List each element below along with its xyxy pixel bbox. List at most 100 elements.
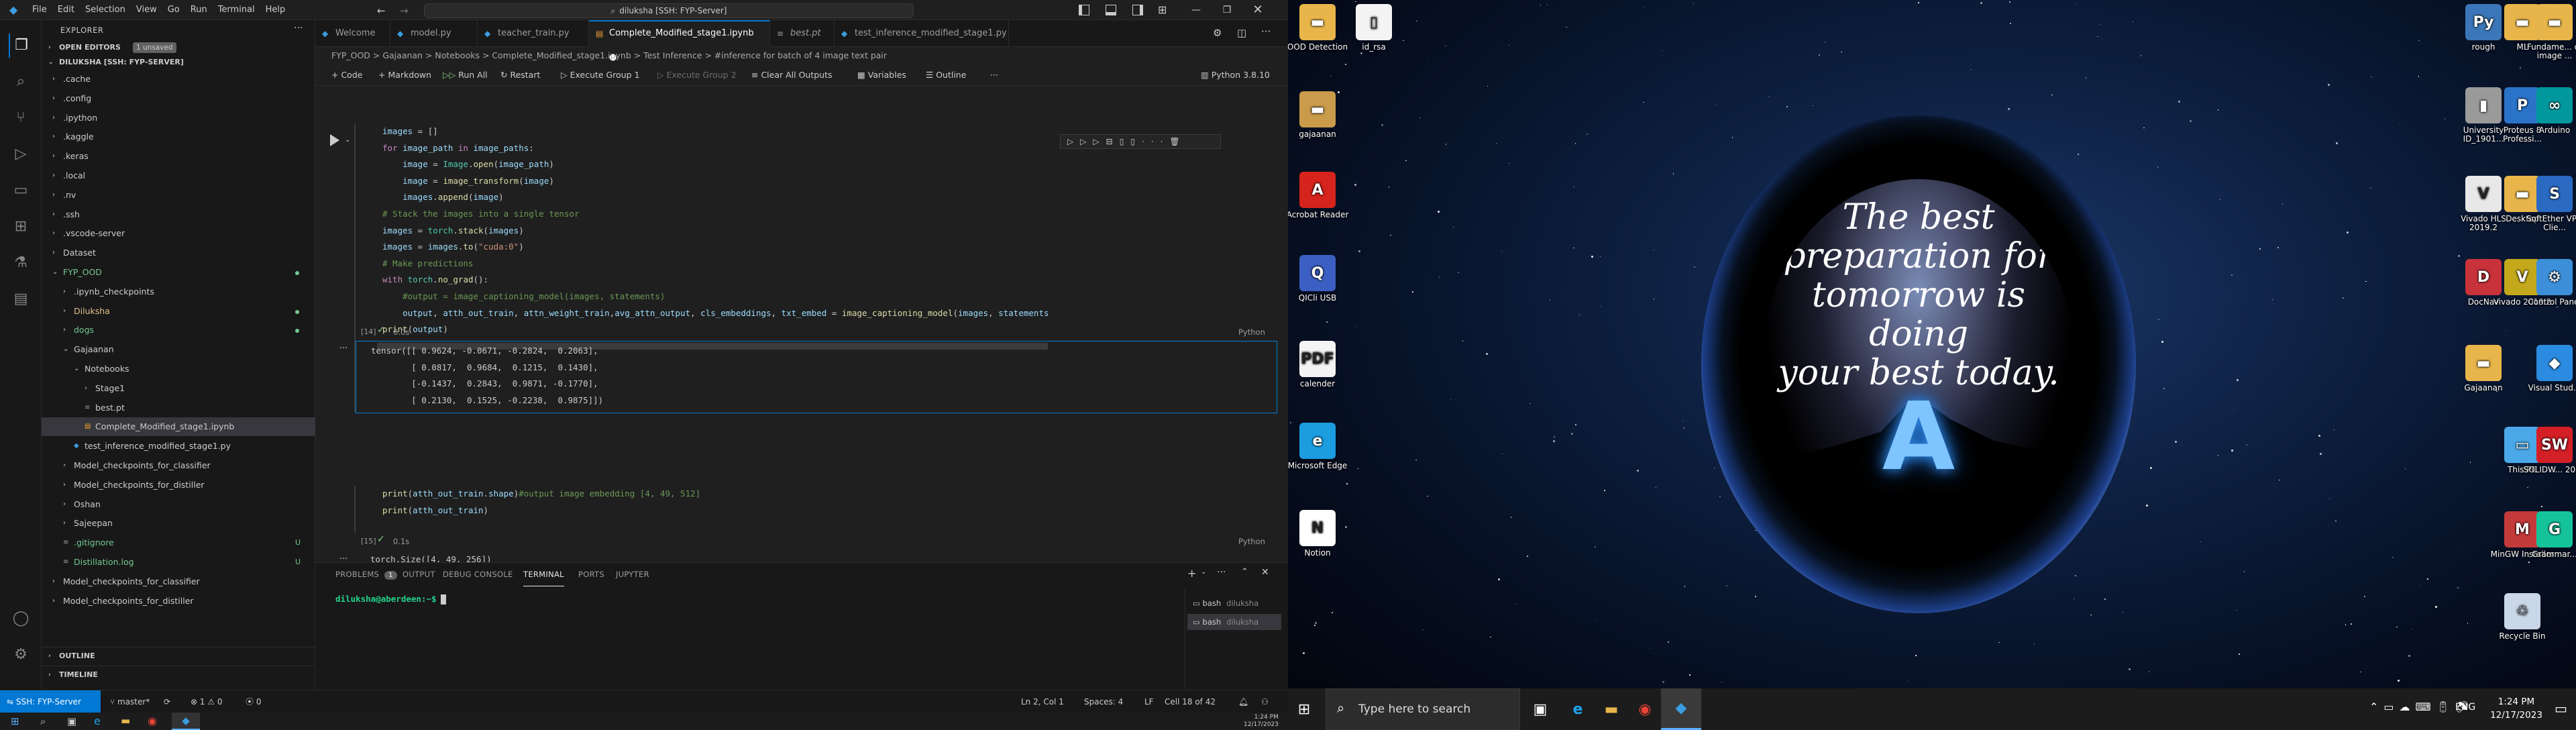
forward-arrow-icon[interactable]: → <box>400 5 409 17</box>
settings-gear-icon[interactable]: ⚙ <box>1213 27 1222 39</box>
close-button[interactable]: ✕ <box>1242 0 1273 20</box>
folder-item[interactable]: › .cache <box>42 70 315 89</box>
workspace-root-header[interactable]: ⌄ DILUKSHA [SSH: FYP-SERVER] <box>42 55 315 70</box>
tab-test-inference-modified-stage1-py[interactable]: ◆ test_inference_modified_stage1.py <box>835 20 1009 47</box>
menu-item-terminal[interactable]: Terminal <box>213 0 260 20</box>
desktop-icon[interactable]: A Acrobat Reader <box>1288 172 1352 219</box>
panel-tab-debug-console[interactable]: DEBUG CONSOLE <box>443 563 513 586</box>
folder-item[interactable]: › Diluksha <box>42 302 315 321</box>
maximize-panel-icon[interactable]: ⌃ <box>1241 567 1248 577</box>
chevron-down-icon[interactable]: ⌄ <box>1201 568 1206 576</box>
folder-item[interactable]: › .ipython <box>42 109 315 127</box>
cell-indicator[interactable]: Cell 18 of 42 <box>1165 690 1216 713</box>
folder-item[interactable]: › .ssh <box>42 205 315 224</box>
run-all-button[interactable]: Run All <box>458 70 487 80</box>
desktop-icon[interactable]: ▬ gajaanan <box>1288 91 1352 139</box>
code-cell-2[interactable]: print(atth_out_train.shape)#output image… <box>354 486 1284 533</box>
execute-group2-button[interactable]: Execute Group 2 <box>667 70 737 80</box>
menu-item-file[interactable]: File <box>27 0 52 20</box>
tab-teacher-train-py[interactable]: ◆ teacher_train.py <box>478 20 589 47</box>
execute-group1-button[interactable]: Execute Group 1 <box>570 70 640 80</box>
outline-header[interactable]: › OUTLINE <box>42 647 315 664</box>
jupyter-icon[interactable]: ▤ <box>9 287 33 311</box>
folder-item[interactable]: › Model_checkpoints_for_distiller <box>42 592 315 611</box>
code-editor[interactable]: print(atth_out_train.shape)#output image… <box>382 486 700 519</box>
source-control-icon[interactable]: ⑂ <box>9 106 33 130</box>
timeline-header[interactable]: › TIMELINE <box>42 666 315 683</box>
edge-icon[interactable]: e <box>1564 696 1591 723</box>
more-actions-icon[interactable]: ··· <box>1217 567 1226 578</box>
file-item[interactable]: ▤ Complete_Modified_stage1.ipynb <box>42 417 315 437</box>
desktop-icon[interactable]: ▯ id_rsa <box>1339 4 1409 52</box>
chevron-down-icon[interactable]: ⌄ <box>345 136 350 144</box>
desktop-icon[interactable]: ▬ Gajaanan <box>2449 345 2518 393</box>
restore-button[interactable]: ❐ <box>1212 0 1242 20</box>
task-view-icon[interactable]: ▣ <box>1527 696 1554 723</box>
search-icon[interactable]: ⌕ <box>40 715 46 727</box>
back-arrow-icon[interactable]: ← <box>377 5 386 17</box>
windows-start-icon[interactable]: ⊞ <box>11 715 19 727</box>
desktop-icon[interactable]: ⚙ Control Panel <box>2520 259 2576 307</box>
end-of-line[interactable]: LF <box>1144 690 1154 713</box>
toolbar-more-button[interactable]: ··· <box>990 64 998 86</box>
folder-item[interactable]: › Sajeepan <box>42 514 315 533</box>
desktop-icon[interactable]: ∞ Arduino <box>2520 87 2576 135</box>
code-editor[interactable]: images = [] for image_path in image_path… <box>382 123 1049 338</box>
more-actions-icon[interactable]: ··· <box>294 23 303 34</box>
desktop-icon[interactable]: G Grammar... <box>2520 511 2576 559</box>
toggle-panel-icon[interactable] <box>1106 5 1116 15</box>
chrome-icon[interactable]: ◉ <box>148 715 157 727</box>
notifications-icon[interactable]: ▭ <box>2555 700 2567 717</box>
folder-item[interactable]: › Model_checkpoints_for_distiller <box>42 476 315 494</box>
remote-explorer-icon[interactable]: ▭ <box>9 178 33 203</box>
desktop-icon[interactable]: N Notion <box>1288 510 1352 558</box>
kernel-picker[interactable]: Python 3.8.10 <box>1212 70 1270 80</box>
add-code-cell-button[interactable]: + Code <box>331 64 362 86</box>
tab-welcome[interactable]: ◆ Welcome <box>315 20 390 47</box>
mini-clock[interactable]: 1:24 PM 12/17/2023 <box>1244 714 1279 729</box>
windows-start-icon[interactable]: ⊞ <box>1291 696 1318 723</box>
desktop-icon[interactable]: S SoftEther VPN Clie... <box>2520 176 2576 232</box>
file-explorer-icon[interactable]: ▬ <box>121 715 130 727</box>
clear-outputs-button[interactable]: Clear All Outputs <box>761 70 832 80</box>
folder-item[interactable]: › .config <box>42 89 315 108</box>
folder-item[interactable]: › Model_checkpoints_for_classifier <box>42 572 315 591</box>
folder-item[interactable]: › Model_checkpoints_for_classifier <box>42 456 315 475</box>
desktop-icon[interactable]: SW SOLIDW... 2020 <box>2520 427 2576 474</box>
explorer-icon[interactable]: ❐ <box>9 34 33 58</box>
folder-item[interactable]: › .keras <box>42 147 315 166</box>
menu-item-view[interactable]: View <box>131 0 162 20</box>
chrome-icon[interactable]: ◉ <box>1631 696 1658 723</box>
notifications-bell-icon[interactable]: 🔔︎ <box>1238 690 1248 713</box>
desktop-icon[interactable]: ♲ Recycle Bin <box>2487 593 2557 641</box>
file-explorer-icon[interactable]: ▬ <box>1598 696 1625 723</box>
toggle-secondary-sidebar-icon[interactable] <box>1132 5 1143 15</box>
run-cell-icon[interactable] <box>330 134 339 146</box>
panel-tab-jupyter[interactable]: JUPYTER <box>616 563 649 586</box>
split-editor-icon[interactable]: ◫ <box>1237 27 1246 39</box>
outline-button[interactable]: Outline <box>936 70 966 80</box>
language-indicator[interactable]: ENG <box>2455 702 2475 713</box>
search-icon[interactable]: ⌕ <box>9 70 33 94</box>
minimize-button[interactable]: — <box>1181 0 1212 20</box>
menu-item-run[interactable]: Run <box>185 0 213 20</box>
desktop-icon[interactable]: Q QICli USB <box>1288 255 1352 303</box>
taskbar-clock[interactable]: 1:24 PM 12/17/2023 <box>2486 695 2546 722</box>
testing-icon[interactable]: ⚗ <box>9 251 33 275</box>
task-view-icon[interactable]: ▣ <box>67 715 76 727</box>
cursor-position[interactable]: Ln 2, Col 1 <box>1021 690 1064 713</box>
file-item[interactable]: ≡ best.pt <box>42 399 315 417</box>
tab-complete-modified-stage1-ipynb[interactable]: ▤ Complete_Modified_stage1.ipynb ● <box>589 20 770 62</box>
file-item[interactable]: ≡ Distillation.log U <box>42 553 315 572</box>
extensions-icon[interactable]: ⊞ <box>9 215 33 239</box>
open-editors-header[interactable]: › OPEN EDITORS 1 unsaved <box>42 40 315 55</box>
panel-tab-problems[interactable]: PROBLEMS 1 <box>335 563 397 587</box>
file-item[interactable]: ◆ test_inference_modified_stage1.py <box>42 437 315 456</box>
run-debug-icon[interactable]: ▷ <box>9 142 33 166</box>
edge-icon[interactable]: e <box>94 715 101 727</box>
manage-gear-icon[interactable]: ⚙ <box>9 643 33 667</box>
add-markdown-cell-button[interactable]: + Markdown <box>378 64 431 86</box>
account-icon[interactable]: ◯ <box>9 607 33 631</box>
folder-item[interactable]: › Stage1 <box>42 379 315 398</box>
branch-indicator[interactable]: ⑂ master* <box>110 690 150 713</box>
